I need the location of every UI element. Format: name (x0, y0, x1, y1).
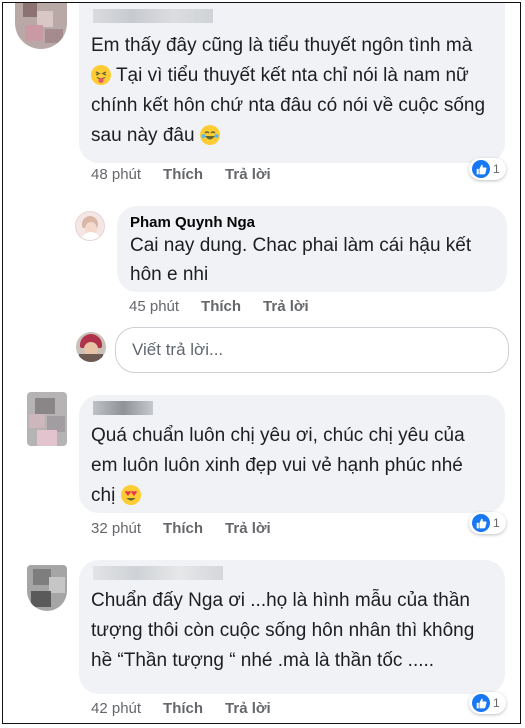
like-link[interactable]: Thích (201, 298, 241, 315)
reaction-count-badge[interactable]: 1 (469, 512, 506, 534)
comment-time[interactable]: 32 phút (91, 520, 141, 537)
comment-meta: 48 phút Thích Trả lời (91, 166, 293, 183)
comment-text: Quá chuẩn luôn chị yêu ơi, chúc chị yêu … (91, 425, 465, 506)
reply-link[interactable]: Trả lời (225, 520, 271, 537)
like-icon (472, 514, 490, 532)
like-link[interactable]: Thích (163, 166, 203, 183)
comment-bubble: Em thấy đây cũng là tiểu thuyết ngôn tìn… (79, 3, 505, 163)
comment-text: Em thấy đây cũng là tiểu thuyết ngôn tìn… (91, 35, 486, 146)
avatar[interactable] (75, 211, 105, 241)
comment-time[interactable]: 48 phút (91, 166, 141, 183)
reply-meta: 45 phút Thích Trả lời (129, 298, 331, 315)
comment-meta: 42 phút Thích Trả lời (91, 700, 293, 717)
reply-text: Cai nay dung. Chac phai làm cái hậu kết … (130, 235, 472, 285)
reply-input-placeholder: Viết trả lời... (132, 340, 224, 359)
like-count: 1 (493, 696, 500, 710)
like-link[interactable]: Thích (163, 520, 203, 537)
comment-meta: 32 phút Thích Trả lời (91, 520, 293, 537)
like-link[interactable]: Thích (163, 700, 203, 717)
heart-eyes-emoji (120, 485, 141, 505)
author-name-blurred[interactable] (93, 566, 223, 580)
comment-thread: Em thấy đây cũng là tiểu thuyết ngôn tìn… (2, 2, 521, 724)
current-user-avatar (76, 332, 106, 362)
like-count: 1 (493, 516, 500, 530)
author-name[interactable]: Pham Quynh Nga (130, 214, 491, 231)
comment-time[interactable]: 42 phút (91, 700, 141, 717)
like-icon (472, 160, 490, 178)
reply-time[interactable]: 45 phút (129, 298, 179, 315)
reaction-count-badge[interactable]: 1 (469, 158, 506, 180)
reaction-count-badge[interactable]: 1 (469, 692, 506, 714)
comment-bubble: Quá chuẩn luôn chị yêu ơi, chúc chị yêu … (79, 395, 505, 513)
avatar[interactable] (15, 3, 67, 49)
reply-link[interactable]: Trả lời (225, 166, 271, 183)
author-name-blurred[interactable] (93, 401, 153, 415)
author-name-blurred[interactable] (93, 9, 213, 23)
avatar[interactable] (27, 565, 67, 611)
reply-link[interactable]: Trả lời (263, 298, 309, 315)
comment-bubble: Chuẩn đấy Nga ơi ...họ là hình mẫu của t… (79, 560, 505, 694)
reply-link[interactable]: Trả lời (225, 700, 271, 717)
reply-input[interactable]: Viết trả lời... (115, 327, 509, 373)
tongue-out-emoji (91, 65, 111, 85)
comment-text: Chuẩn đấy Nga ơi ...họ là hình mẫu của t… (91, 590, 475, 671)
like-icon (472, 694, 490, 712)
like-count: 1 (493, 162, 500, 176)
reply-bubble: Pham Quynh Nga Cai nay dung. Chac phai l… (117, 206, 507, 292)
avatar[interactable] (27, 392, 67, 446)
tears-of-joy-emoji (199, 125, 220, 145)
